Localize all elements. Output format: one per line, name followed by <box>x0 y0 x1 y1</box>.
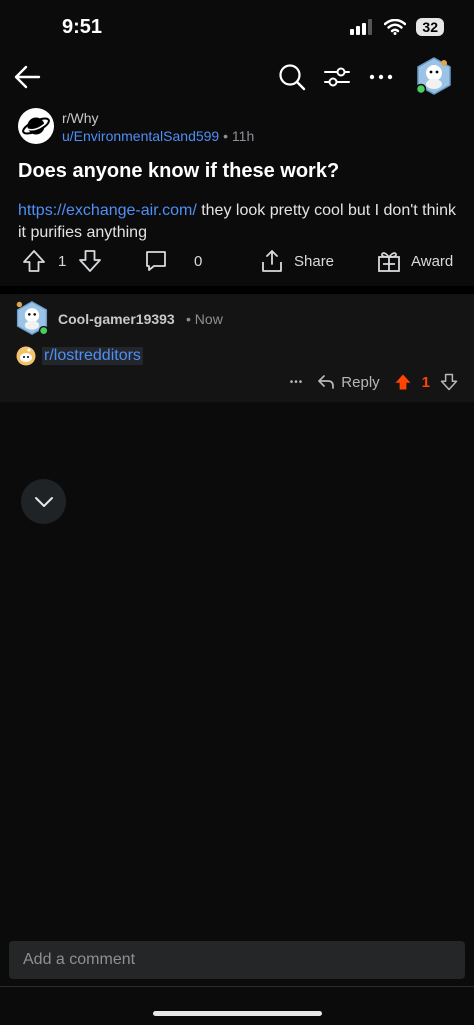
reply-icon <box>318 375 335 389</box>
comments-button[interactable]: 0 <box>144 249 202 273</box>
search-button[interactable] <box>277 60 307 94</box>
user-avatar-button[interactable] <box>414 56 454 96</box>
sort-icon <box>324 67 350 87</box>
snoo-avatar-icon <box>415 57 451 95</box>
comment-box <box>9 941 465 979</box>
post-title: Does anyone know if these work? <box>18 160 340 182</box>
sort-button[interactable] <box>322 60 352 94</box>
share-button[interactable]: Share <box>260 249 334 273</box>
downvote-icon[interactable] <box>78 249 102 273</box>
reply-label: Reply <box>341 373 380 391</box>
wifi-icon <box>384 19 407 35</box>
status-time: 9:51 <box>62 16 103 38</box>
comment-avatar[interactable] <box>14 300 50 336</box>
comment-timestamp: • Now <box>186 311 223 327</box>
comment-icon <box>146 251 166 271</box>
top-navigation-bar <box>0 56 474 100</box>
comment-item: Cool-gamer19393 • Now r/lostredditors ••… <box>0 294 474 402</box>
planet-icon <box>22 117 50 135</box>
subreddit-icon[interactable] <box>18 108 54 144</box>
comment-subreddit-link[interactable]: r/lostredditors <box>42 347 143 365</box>
post-vote-count: 1 <box>58 252 67 270</box>
post-vote-group: 1 <box>22 249 102 273</box>
comment-author[interactable]: Cool-gamer19393 <box>58 311 175 327</box>
upvote-active-icon[interactable] <box>394 373 412 391</box>
post-author-link[interactable]: u/EnvironmentalSand599 <box>62 128 219 144</box>
post-timestamp: 11h <box>231 128 255 144</box>
bottom-divider <box>0 986 474 987</box>
back-button[interactable] <box>10 60 44 94</box>
post-action-bar: 1 0 Share Award <box>18 247 463 277</box>
share-icon <box>262 250 282 272</box>
post-body: https://exchange-air.com/ they look pret… <box>18 200 463 244</box>
search-icon <box>279 64 306 91</box>
post-body-link[interactable]: https://exchange-air.com/ <box>18 202 197 219</box>
subreddit-name[interactable]: r/Why <box>62 110 99 126</box>
more-icon <box>369 74 393 80</box>
award-label: Award <box>411 252 454 270</box>
comment-more-button[interactable]: ••• <box>290 377 304 388</box>
award-icon <box>378 252 400 272</box>
arrow-left-icon <box>14 65 41 89</box>
downvote-icon[interactable] <box>440 373 458 391</box>
award-button[interactable]: Award <box>377 249 453 273</box>
comment-vote-count: 1 <box>421 373 430 391</box>
chevron-down-icon <box>34 496 53 507</box>
status-icons: 32 <box>350 18 444 36</box>
reply-button[interactable]: Reply <box>317 373 380 391</box>
add-comment-input[interactable] <box>9 941 465 979</box>
section-divider <box>0 286 474 294</box>
upvote-icon[interactable] <box>22 249 46 273</box>
home-indicator[interactable] <box>153 1011 322 1016</box>
comment-vote-group: 1 <box>394 373 458 391</box>
post-header: r/Why u/EnvironmentalSand599 • 11h <box>18 108 458 148</box>
comment-action-bar: ••• Reply 1 <box>290 370 458 394</box>
more-options-button[interactable] <box>366 60 396 94</box>
snoo-community-icon <box>16 346 36 366</box>
scroll-down-button[interactable] <box>21 479 66 524</box>
comment-body: r/lostredditors <box>16 346 143 366</box>
share-label: Share <box>294 252 335 270</box>
post-meta: u/EnvironmentalSand599 • 11h <box>62 128 254 144</box>
snoo-avatar-icon <box>16 301 49 336</box>
signal-icon <box>350 19 373 35</box>
comment-time-ago: Now <box>194 311 223 327</box>
battery-indicator: 32 <box>416 18 444 36</box>
comment-count: 0 <box>194 252 203 270</box>
status-bar: 9:51 32 <box>0 0 474 56</box>
meta-separator: • <box>223 128 229 144</box>
comment-meta-separator: • <box>186 311 191 327</box>
